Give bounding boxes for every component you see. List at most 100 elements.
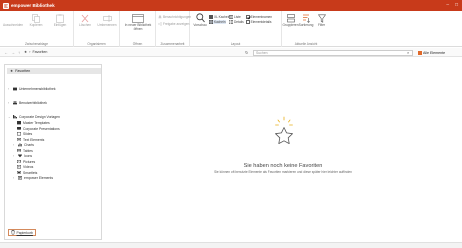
sidebar-item-pictures[interactable]: Pictures — [17, 160, 35, 164]
up-arrow-icon[interactable]: ↑ — [18, 50, 20, 55]
sort-button[interactable]: Sortierung — [298, 14, 314, 28]
sidebar-item-videos[interactable]: Videos — [17, 165, 33, 169]
group-icon — [286, 14, 295, 23]
minimize-button[interactable]: – — [446, 3, 449, 8]
forward-arrow-icon[interactable]: → — [11, 50, 15, 55]
sidebar-item-empower-elements[interactable]: › empower Elements — [13, 176, 53, 180]
show-share-button[interactable]: Freigabe anzeigen — [158, 22, 189, 26]
element-details-check[interactable] — [246, 20, 250, 24]
view-details-label: Details — [234, 20, 244, 24]
videos-label: Videos — [23, 165, 34, 169]
sidebar-item-smartlets[interactable]: Smartlets — [17, 171, 37, 175]
share-icon — [158, 22, 162, 26]
cut-button[interactable]: Ausschneiden — [2, 23, 24, 28]
sidebar-item-user-library[interactable]: › Benutzerbibliothek — [8, 101, 47, 105]
copy-label: Kopieren — [29, 23, 43, 27]
group-label: Gruppieren — [282, 23, 299, 27]
sidebar-item-corporate-design[interactable]: ⌄ Corporate Design Vorlagen — [8, 115, 60, 119]
users-icon — [13, 101, 17, 105]
expand-chevron-icon[interactable]: › — [13, 143, 16, 147]
trash-icon — [11, 230, 15, 235]
sidebar-item-company-library[interactable]: › Unternehmensbibliothek — [8, 87, 56, 91]
user-library-label: Benutzerbibliothek — [19, 101, 47, 105]
sidebar-item-charts[interactable]: › Charts — [13, 143, 34, 147]
title-bar: empower Bibliothek – □ — [0, 0, 462, 11]
organize-group: Löschen Umbenennen Organisieren — [74, 11, 120, 47]
favorites-star-icon: ★ — [10, 69, 14, 73]
preview-button[interactable]: Vorschau — [192, 13, 208, 28]
search-icon[interactable]: ⌕ — [407, 50, 409, 55]
trash-button[interactable]: Papierkorb — [8, 229, 36, 236]
sidebar-item-text-elements[interactable]: Text Elements — [17, 138, 44, 142]
scope-selector[interactable]: Alle Elemente — [418, 50, 445, 56]
corporate-design-label: Corporate Design Vorlagen — [19, 115, 60, 119]
expand-chevron-icon[interactable]: › — [8, 87, 11, 91]
collapse-chevron-icon[interactable]: ⌄ — [8, 115, 11, 119]
open-new-library-label: In neuer Bibliothek öffnen — [124, 23, 152, 31]
ribbon: Ausschneiden Kopieren Einfügen Zwischena… — [0, 11, 462, 47]
sidebar-item-corporate-presentations[interactable]: Corporate Presentations — [17, 127, 60, 131]
tables-label: Tables — [23, 148, 33, 153]
view-tiles-label: Kacheln — [214, 20, 226, 24]
table-icon — [17, 148, 21, 153]
collaboration-group-name: Zusammenarbeit — [160, 42, 185, 46]
building-icon — [13, 87, 17, 91]
clipboard-group-name: Zwischenablage — [24, 42, 49, 46]
rename-label: Umbenennen — [97, 23, 117, 27]
empty-favorites-star-icon — [275, 116, 293, 144]
main-content: Sie haben noch keine Favoriten Sie könne… — [104, 58, 462, 248]
back-arrow-icon[interactable]: ← — [4, 50, 8, 55]
smartlet-icon — [17, 170, 21, 175]
favorites-label: Favoriten — [15, 69, 31, 73]
sidebar-item-icons[interactable]: › Icons — [13, 154, 32, 158]
element-details-checkbox[interactable]: Elementdetails — [246, 20, 272, 24]
element-names-checkbox[interactable]: Elementnamen — [246, 15, 272, 19]
expand-chevron-icon[interactable]: › — [8, 101, 11, 105]
magnifier-icon — [195, 13, 205, 23]
presentation-icon — [17, 126, 21, 131]
notifications-button[interactable]: Benachrichtigungen — [158, 15, 191, 19]
charts-label: Charts — [24, 143, 34, 147]
group-button[interactable]: Gruppieren — [283, 14, 298, 28]
paste-button[interactable]: Einfügen — [50, 14, 70, 28]
expand-chevron-icon[interactable]: › — [13, 154, 16, 158]
breadcrumb[interactable]: ★ › Favoriten — [24, 50, 47, 54]
picture-icon — [17, 159, 21, 164]
pictures-label: Pictures — [23, 159, 36, 164]
master-templates-label: Master Templates — [23, 121, 50, 125]
empower-elements-label: empower Elements — [24, 176, 54, 180]
open-new-library-button[interactable]: In neuer Bibliothek öffnen — [122, 14, 154, 31]
view-tiles[interactable]: Kacheln — [209, 20, 226, 24]
corporate-design-icon — [13, 115, 17, 119]
empty-state-title: Sie haben noch keine Favoriten — [243, 163, 323, 169]
search-input[interactable]: Suchen — [253, 49, 413, 56]
navigation-bar: ← → ↑ ★ › Favoriten ↻ Suchen ⌕ Alle Elem… — [0, 48, 462, 57]
current-view-group: Gruppieren Sortierung Filter Aktuelle An… — [282, 11, 330, 47]
template-icon — [17, 121, 21, 125]
sidebar-item-slides[interactable]: Slides — [17, 132, 32, 136]
view-xl-tiles[interactable]: XL Kacheln — [209, 15, 230, 19]
bell-icon — [158, 15, 162, 19]
maximize-button[interactable]: □ — [455, 3, 458, 8]
sidebar-item-tables[interactable]: Tables — [17, 149, 33, 153]
company-library-label: Unternehmensbibliothek — [19, 87, 56, 91]
text-icon — [17, 137, 21, 142]
chart-icon — [18, 143, 22, 147]
breadcrumb-favorites[interactable]: Favoriten — [32, 50, 47, 54]
view-list[interactable]: Liste — [229, 15, 241, 19]
delete-button[interactable]: Löschen — [76, 14, 94, 28]
filter-button[interactable]: Filter — [315, 14, 328, 28]
scope-label: Alle Elemente — [423, 50, 446, 55]
expand-chevron-icon[interactable]: › — [13, 176, 16, 180]
sidebar-item-favorites[interactable]: ★ Favoriten — [7, 68, 101, 74]
view-details[interactable]: Details — [229, 20, 244, 24]
show-share-label: Freigabe anzeigen — [163, 22, 190, 26]
refresh-icon[interactable]: ↻ — [245, 50, 248, 55]
all-elements-icon — [418, 50, 422, 55]
trash-label: Papierkorb — [16, 230, 33, 235]
text-elements-label: Text Elements — [23, 137, 45, 142]
copy-button[interactable]: Kopieren — [26, 14, 46, 28]
element-names-check[interactable] — [246, 15, 250, 19]
rename-button[interactable]: Umbenennen — [96, 14, 118, 28]
sidebar-item-master-templates[interactable]: Master Templates — [17, 121, 50, 125]
